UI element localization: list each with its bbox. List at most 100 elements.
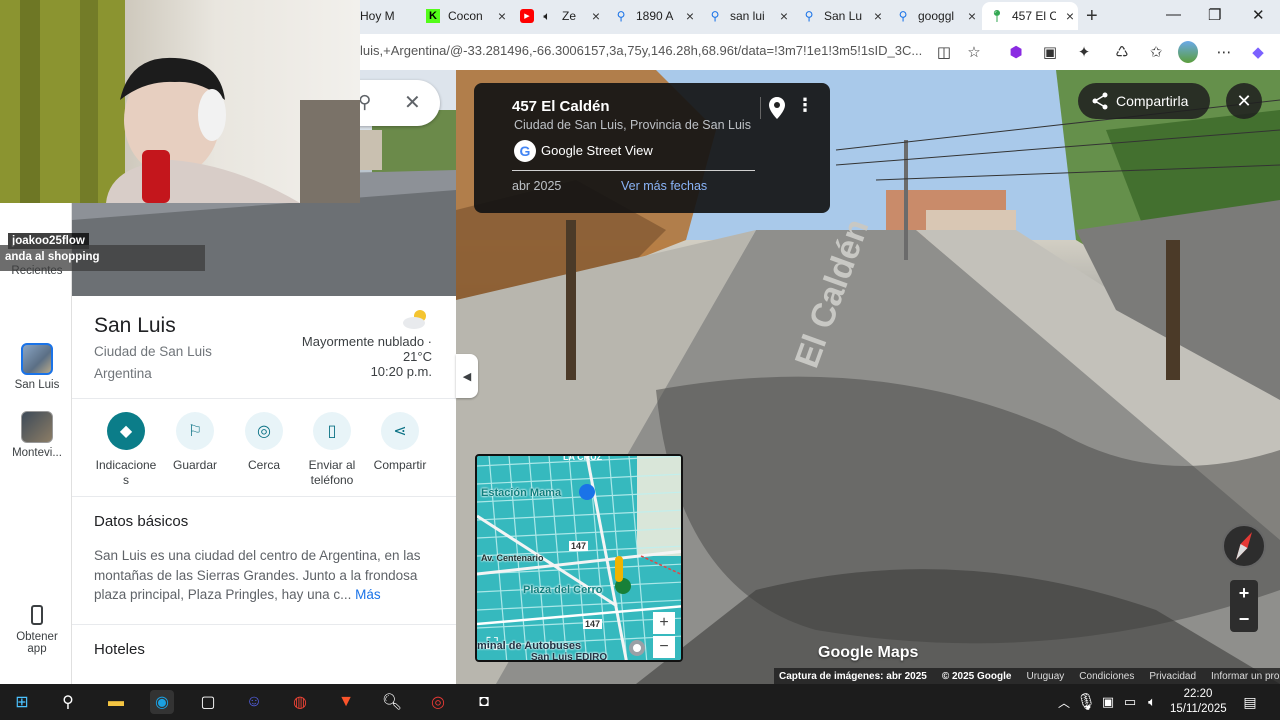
minimize-button[interactable]: —	[1166, 6, 1181, 23]
browser-tab[interactable]: ⚲ San Lu ×	[794, 2, 886, 30]
chevron-up-icon[interactable]: ︿	[1052, 690, 1076, 714]
zoom-control: + −	[1230, 580, 1258, 632]
tab-label: san lui	[730, 9, 765, 23]
browser-tab[interactable]: ⚲ 1890 A ×	[606, 2, 698, 30]
compass-icon[interactable]	[1222, 524, 1266, 568]
close-icon[interactable]: ×	[780, 8, 788, 24]
volume-icon[interactable]: 🔈︎	[1140, 690, 1164, 714]
minimap-zoom-in[interactable]: +	[653, 612, 675, 634]
zoom-out-button[interactable]: −	[1230, 606, 1258, 632]
discord-icon[interactable]: ☺	[242, 690, 266, 714]
app-icon[interactable]: ◘	[472, 690, 496, 714]
share-streetview-button[interactable]: Compartirla	[1078, 83, 1210, 119]
system-clock[interactable]: 22:20 15/11/2025	[1170, 687, 1227, 717]
performance-icon[interactable]: ♺	[1112, 42, 1132, 62]
share-button[interactable]: ⋖ Compartir	[365, 412, 435, 473]
minimap[interactable]: LA CRUZ Estación Mama Av. Centenario 147…	[475, 454, 683, 662]
clear-search-icon[interactable]: ✕	[404, 90, 421, 115]
more-dates-link[interactable]: Ver más fechas	[621, 179, 707, 193]
search-box-remnant[interactable]: ⚲ ✕	[352, 80, 440, 126]
more-options-icon[interactable]: ⋮	[796, 95, 814, 116]
collections-icon[interactable]: ▣	[1040, 42, 1060, 62]
favorites-icon[interactable]: ✩	[1146, 42, 1166, 62]
minimap-zoom-out[interactable]: −	[653, 636, 675, 658]
browser-tab[interactable]: ⚲ googgl ×	[888, 2, 980, 30]
report-problem-link[interactable]: Informar un problema	[1211, 671, 1280, 682]
close-streetview-button[interactable]: ✕	[1226, 83, 1262, 119]
pegman-position-icon	[629, 640, 645, 656]
chrome-icon[interactable]: ◍	[288, 690, 312, 714]
new-tab-button[interactable]: +	[1086, 5, 1098, 28]
close-icon[interactable]: ×	[1066, 8, 1074, 24]
tab-label: Hoy M	[360, 9, 395, 23]
rail-item-label: San Luis	[14, 379, 60, 391]
terms-link[interactable]: Condiciones	[1079, 671, 1134, 682]
more-link[interactable]: Más	[355, 587, 381, 602]
extension-shield-icon[interactable]: ⬢	[1006, 42, 1026, 62]
country-link[interactable]: Uruguay	[1026, 671, 1064, 682]
weather-temperature: 21°C	[402, 349, 432, 364]
browser-tab[interactable]: Hoy M	[352, 2, 414, 30]
privacy-link[interactable]: Privacidad	[1149, 671, 1196, 682]
map-pin-icon[interactable]	[768, 97, 786, 124]
edge-browser-icon[interactable]: ◉	[150, 690, 174, 714]
restore-button[interactable]: ❐	[1208, 6, 1221, 24]
notifications-icon[interactable]: ▤	[1238, 690, 1262, 714]
browser-tab[interactable]: K Cocon ×	[418, 2, 510, 30]
brave-icon[interactable]: ▼	[334, 690, 358, 714]
chat-message: anda al shopping	[0, 245, 205, 271]
windows-start-icon[interactable]: ⊞	[10, 690, 34, 714]
google-logo-icon: G	[514, 140, 536, 162]
browser-tab[interactable]: ⚲ san lui ×	[700, 2, 792, 30]
map-label: Av. Centenario	[481, 553, 544, 563]
save-button[interactable]: ⚐ Guardar	[160, 412, 230, 473]
search-icon[interactable]: ⚲	[56, 690, 80, 714]
basics-description: San Luis es una ciudad del centro de Arg…	[94, 546, 434, 605]
favorite-star-icon[interactable]: ☆	[964, 42, 984, 62]
close-window-button[interactable]: ✕	[1252, 6, 1265, 24]
screen: El Caldén Hoy M K Cocon × ▶ 🔈︎ Ze × ⚲ 18…	[0, 0, 1280, 720]
magnifier-app-icon[interactable]: 🔍︎	[380, 690, 404, 714]
more-menu-icon[interactable]: ⋯	[1214, 42, 1234, 62]
recent-place-san-luis[interactable]: San Luis	[4, 343, 70, 391]
close-icon[interactable]: ×	[968, 8, 976, 24]
kick-icon: K	[426, 9, 440, 23]
get-app-label: Obtener app	[16, 631, 58, 655]
bookmark-icon: ⚐	[176, 412, 214, 450]
hotels-title: Hoteles	[94, 641, 145, 658]
expand-map-icon[interactable]: ⛶	[481, 634, 503, 656]
copilot-icon[interactable]: ◆	[1248, 42, 1268, 62]
send-to-phone-button[interactable]: ▯ Enviar al teléfono	[297, 412, 367, 488]
close-icon[interactable]: ×	[592, 8, 600, 24]
file-explorer-icon[interactable]: ▬	[104, 690, 128, 714]
share-icon	[1092, 92, 1108, 113]
extensions-icon[interactable]: ✦	[1074, 42, 1094, 62]
address-bar[interactable]: luis,+Argentina/@-33.281496,-66.3006157,…	[360, 43, 930, 58]
get-app-item[interactable]: Obtener app	[4, 605, 70, 655]
network-icon[interactable]: ▭	[1118, 690, 1142, 714]
browser-tab-active[interactable]: 📍︎ 457 El C ×	[982, 2, 1078, 30]
recent-place-montevideo[interactable]: Montevi...	[4, 411, 70, 459]
zoom-in-button[interactable]: +	[1230, 580, 1258, 606]
map-label: Estación Mama	[481, 487, 562, 499]
share-label: Compartirla	[1116, 93, 1189, 109]
obs-icon[interactable]: ◎	[426, 690, 450, 714]
app-window-icon[interactable]: ▢	[196, 690, 220, 714]
device-icon[interactable]: ▣	[1096, 690, 1120, 714]
profile-avatar-icon[interactable]	[1178, 41, 1198, 63]
split-screen-icon[interactable]: ◫	[934, 42, 954, 62]
maps-pin-icon: 📍︎	[989, 9, 1005, 23]
speaker-icon[interactable]: 🔈︎	[540, 9, 554, 23]
action-label: Guardar	[172, 458, 218, 472]
browser-tab[interactable]: ▶ 🔈︎ Ze ×	[512, 2, 604, 30]
microphone-icon[interactable]: 🎙︎	[1074, 690, 1098, 714]
close-icon[interactable]: ×	[498, 8, 506, 24]
collapse-panel-button[interactable]: ◀	[456, 354, 478, 398]
partly-cloudy-icon	[402, 308, 430, 335]
directions-button[interactable]: ◆ Indicaciones	[91, 412, 161, 488]
close-icon[interactable]: ×	[686, 8, 694, 24]
nearby-button[interactable]: ◎ Cerca	[229, 412, 299, 473]
place-country: Argentina	[94, 366, 152, 381]
separator	[760, 97, 761, 119]
close-icon[interactable]: ×	[874, 8, 882, 24]
